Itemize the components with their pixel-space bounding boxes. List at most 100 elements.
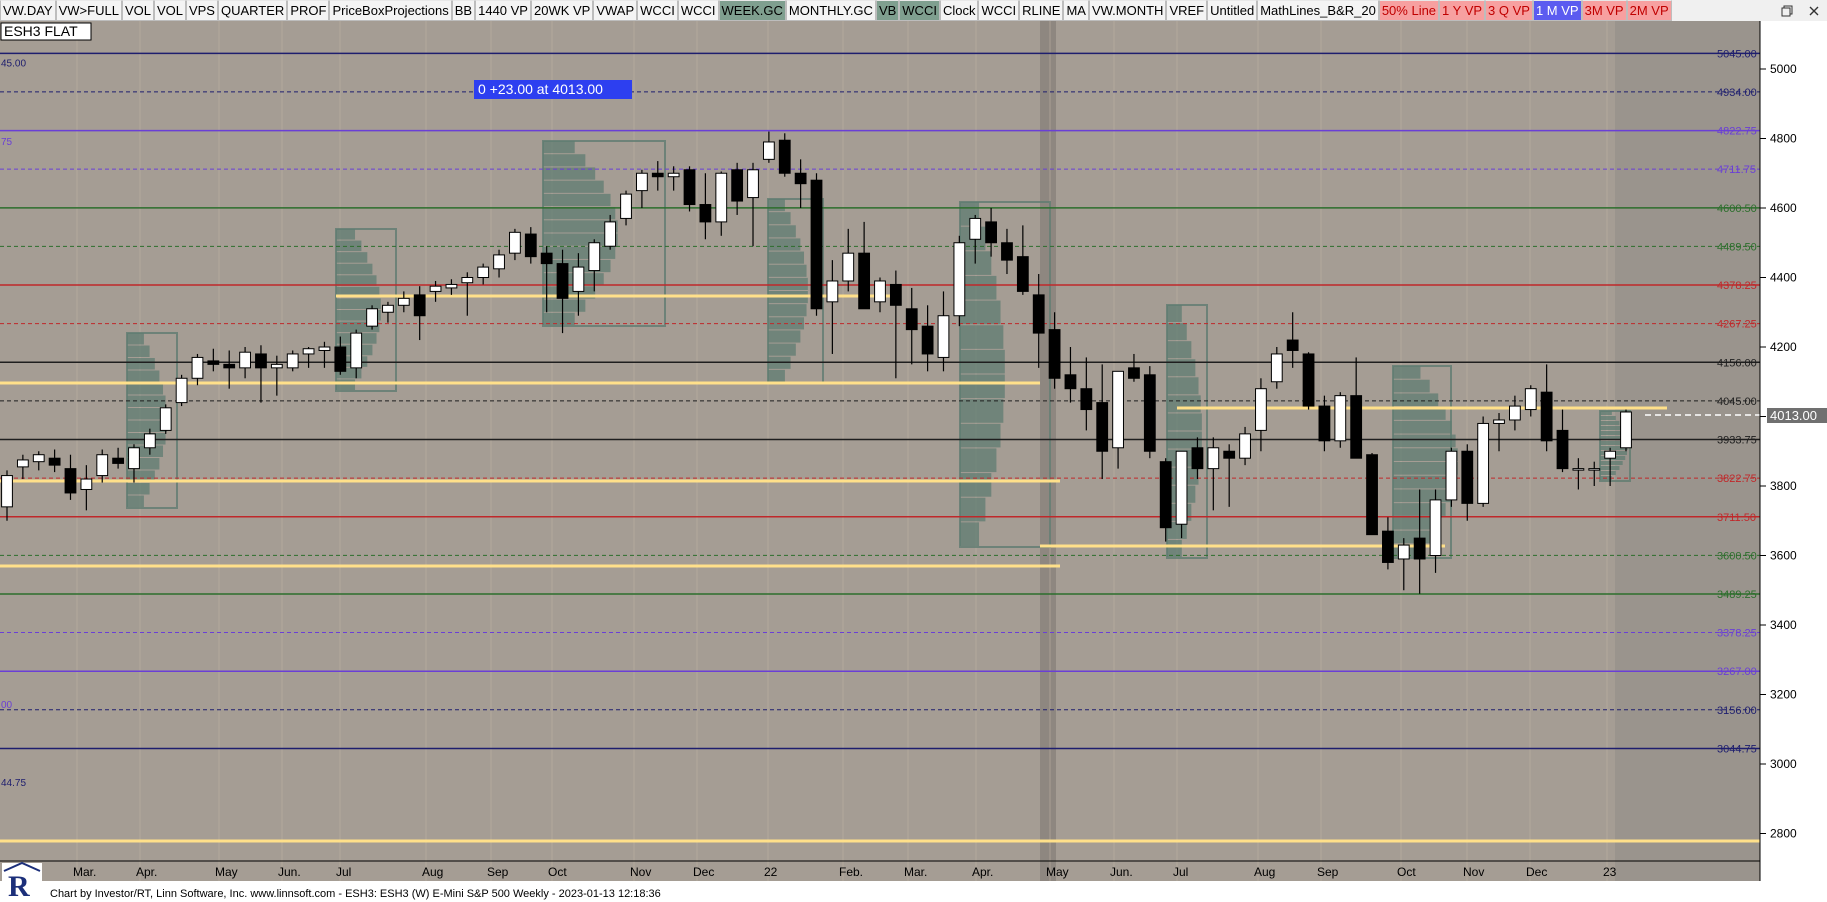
x-tick-label: Mar. xyxy=(904,865,927,879)
toolbar-item-vw-day[interactable]: VW.DAY xyxy=(0,0,56,21)
toolbar-item-vw-month[interactable]: VW.MONTH xyxy=(1088,0,1167,21)
toolbar-item-3-q-vp[interactable]: 3 Q VP xyxy=(1485,0,1533,21)
up-candle-body xyxy=(445,283,458,289)
up-candle-body xyxy=(1572,468,1585,471)
up-candle-body xyxy=(32,454,45,463)
up-candle-body xyxy=(350,332,363,369)
down-candle-body xyxy=(1350,395,1363,459)
toolbar-item-clock[interactable]: Clock xyxy=(939,0,979,21)
up-candle-body xyxy=(969,217,982,240)
down-candle-body xyxy=(255,353,267,369)
down-candle-body xyxy=(524,233,537,258)
toolbar-item-vw-full[interactable]: VW>FULL xyxy=(55,0,122,21)
toolbar-item-vwap[interactable]: VWAP xyxy=(593,0,638,21)
up-candle-body xyxy=(1207,447,1220,470)
toolbar-item-vps[interactable]: VPS xyxy=(185,0,218,21)
down-candle-body xyxy=(1159,461,1172,529)
down-candle-body xyxy=(223,363,236,369)
toolbar-item-monthly-gc[interactable]: MONTHLY.GC xyxy=(785,0,876,21)
candle xyxy=(810,173,823,316)
x-tick-label: Apr. xyxy=(972,865,993,879)
down-candle-body xyxy=(810,179,823,310)
down-candle-body xyxy=(1302,353,1315,407)
toolbar-item-vol[interactable]: VOL xyxy=(153,0,186,21)
y-tick-label: 5000 xyxy=(1770,62,1797,76)
up-candle-body xyxy=(366,308,378,327)
up-candle-body xyxy=(128,447,140,470)
toolbar-item-week-gc[interactable]: WEEK.GC xyxy=(718,0,786,21)
math-level-label: 4378.25 xyxy=(1717,280,1757,292)
up-candle-body xyxy=(572,266,585,292)
toolbar-item-3m-vp[interactable]: 3M VP xyxy=(1581,0,1627,21)
toolbar-item-50-line[interactable]: 50% Line xyxy=(1378,0,1440,21)
up-candle-body xyxy=(509,231,521,254)
candle xyxy=(1334,392,1347,448)
down-candle-body xyxy=(112,457,125,464)
toolbar-item-ma[interactable]: MA xyxy=(1063,0,1089,21)
down-candle-body xyxy=(334,346,347,372)
x-tick-label: Apr. xyxy=(136,865,157,879)
up-candle-body xyxy=(175,377,188,404)
up-candle-body xyxy=(826,280,839,303)
math-level-label: 3489.25 xyxy=(1717,589,1757,601)
math-level-label: 3711.50 xyxy=(1717,512,1756,524)
up-candle-body xyxy=(1334,395,1347,442)
x-tick-label: 22 xyxy=(764,865,778,879)
toolbar-item-mathlines-b-r-20[interactable]: MathLines_B&R_20 xyxy=(1257,0,1379,21)
up-candle-body xyxy=(286,353,299,369)
down-candle-body xyxy=(207,360,220,365)
x-tick-label: Jun. xyxy=(278,865,301,879)
candle xyxy=(1620,409,1632,452)
up-candle-body xyxy=(191,356,204,379)
down-candle-body xyxy=(1556,429,1569,470)
plot-background xyxy=(0,21,1760,881)
toolbar-item-rline[interactable]: RLINE xyxy=(1019,0,1064,21)
toolbar-item-1-y-vp[interactable]: 1 Y VP xyxy=(1439,0,1486,21)
toolbar-item-priceboxprojections[interactable]: PriceBoxProjections xyxy=(329,0,452,21)
down-candle-body xyxy=(683,169,696,206)
toolbar-item-vb[interactable]: VB xyxy=(875,0,900,21)
price-chart[interactable]: 5045.00 4934.00 4822.75 4711.75 4600.50 4489.… xyxy=(0,21,1827,902)
x-tick-label: 23 xyxy=(1603,865,1617,879)
math-level-label: 4045.00 xyxy=(1717,396,1757,408)
x-tick-label: Sep xyxy=(1317,865,1339,879)
close-icon[interactable] xyxy=(1800,0,1827,21)
up-candle-body xyxy=(1175,450,1188,525)
toolbar-item-wcci[interactable]: WCCI xyxy=(899,0,940,21)
toolbar-item-quarter[interactable]: QUARTER xyxy=(217,0,288,21)
up-candle-body xyxy=(80,478,93,490)
toolbar-item-prof[interactable]: PROF xyxy=(287,0,330,21)
x-tick-label: Mar. xyxy=(73,865,96,879)
toolbar-item-vref[interactable]: VREF xyxy=(1166,0,1208,21)
restore-icon[interactable] xyxy=(1773,0,1800,21)
toolbar-item-vol[interactable]: VOL xyxy=(121,0,154,21)
x-tick-label: Aug xyxy=(1254,865,1275,879)
window-controls xyxy=(1773,0,1827,21)
candle xyxy=(1302,352,1315,410)
x-tick-label: Sep xyxy=(487,865,509,879)
toolbar-item-1440-vp[interactable]: 1440 VP xyxy=(475,0,531,21)
toolbar-item-20wk-vp[interactable]: 20WK VP xyxy=(530,0,594,21)
toolbar-item-bb[interactable]: BB xyxy=(451,0,476,21)
price-axis-background xyxy=(1760,21,1827,881)
math-level-label: 4156.00 xyxy=(1717,357,1757,369)
math-level-label: 4711.75 xyxy=(1717,164,1756,176)
chart-canvas[interactable]: 5045.00 4934.00 4822.75 4711.75 4600.50 4489.… xyxy=(0,21,1827,902)
down-candle-body xyxy=(1286,339,1299,351)
math-level-label: 3933.75 xyxy=(1717,435,1757,447)
up-candle-body xyxy=(1477,422,1490,504)
toolbar-item-1-m-vp[interactable]: 1 M VP xyxy=(1532,0,1582,21)
math-level-label: 5045.00 xyxy=(1717,48,1757,60)
math-level-label: 4600.50 xyxy=(1717,203,1757,215)
toolbar-item-2m-vp[interactable]: 2M VP xyxy=(1626,0,1672,21)
toolbar-item-untitled[interactable]: Untitled xyxy=(1207,0,1258,21)
toolbar-item-wcci[interactable]: WCCI xyxy=(677,0,719,21)
math-level-label: 3378.25 xyxy=(1717,628,1757,640)
change-label: 0 +23.00 at 4013.00 xyxy=(478,81,603,97)
toolbar-item-wcci[interactable]: WCCI xyxy=(978,0,1020,21)
up-candle-body xyxy=(1508,405,1521,421)
y-tick-label: 4400 xyxy=(1770,271,1797,285)
left-edge-label: 45.00 xyxy=(1,59,26,70)
left-edge-label: 75 xyxy=(1,137,13,148)
toolbar-item-wcci[interactable]: WCCI xyxy=(637,0,678,21)
